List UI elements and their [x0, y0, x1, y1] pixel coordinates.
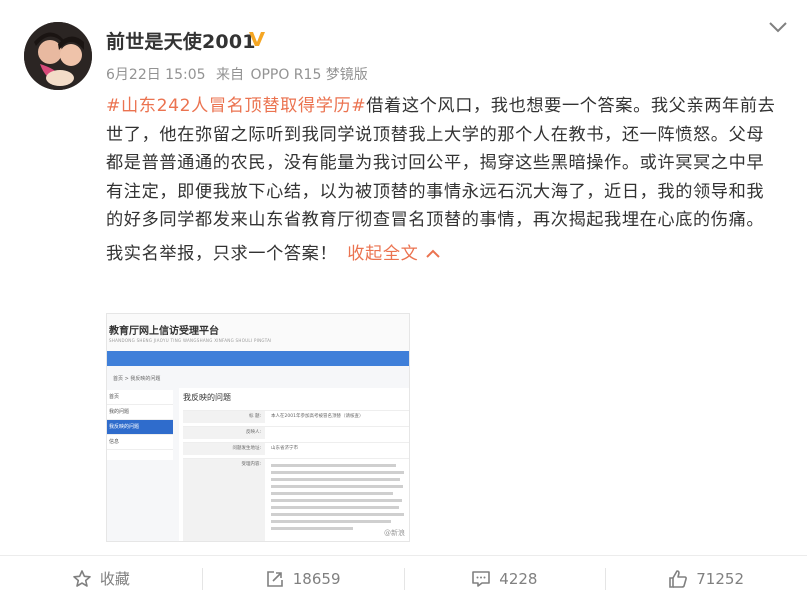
post-text: #山东242人冒名顶替取得学历#借着这个风口，我也想要一个答案。我父亲两年前去世…	[106, 92, 776, 269]
image-row-key: 受理内容:	[183, 459, 265, 541]
collapse-label: 收起全文	[347, 243, 419, 264]
favorite-label: 收藏	[99, 570, 130, 588]
image-breadcrumb: 首页 > 我反映的问题	[113, 376, 161, 382]
author-name[interactable]: 前世是天使2001	[106, 27, 256, 54]
image-watermark: @新浪	[384, 529, 405, 537]
image-nav-bar	[107, 351, 409, 366]
weibo-post-card: 前世是天使2001 6月22日 15:05 来自 OPPO R15 梦镜版 #山…	[0, 0, 807, 601]
post-source: OPPO R15 梦镜版	[250, 67, 368, 83]
image-row-key: 反映人:	[183, 427, 265, 439]
image-row-key: 问题发生地址:	[183, 443, 265, 455]
image-content-lines	[271, 464, 407, 534]
like-button[interactable]: 71252	[605, 556, 807, 601]
post-body: 借着这个风口，我也想要一个答案。我父亲两年前去世了，他在弥留之际听到我同学说顶替…	[106, 96, 776, 231]
image-header: 教育厅网上信访受理平台 SHANDONG SHENG JIAOYU TING W…	[107, 314, 409, 352]
favorite-button[interactable]: 收藏	[0, 556, 202, 601]
image-row-value: 山东省济宁市	[271, 446, 298, 451]
repost-button[interactable]: 18659	[201, 556, 404, 601]
repost-count: 18659	[292, 569, 341, 588]
thumbs-up-icon	[669, 569, 688, 588]
image-sidebar-item: 我的问题	[107, 405, 173, 420]
post-paragraph-2: 我实名举报，只求一个答案！ 收起全文	[106, 240, 776, 269]
hashtag-link[interactable]: #山东242人冒名顶替取得学历#	[106, 96, 366, 116]
comment-icon	[472, 570, 491, 587]
image-sidebar-item-active: 我反映的问题	[107, 420, 173, 435]
comment-button[interactable]: 4228	[403, 556, 606, 601]
image-row-value: 本人在2001年参加高考被冒名顶替（请核查）	[271, 414, 364, 419]
star-icon	[73, 569, 91, 587]
chevron-down-icon[interactable]	[767, 18, 789, 36]
source-prefix: 来自	[215, 67, 244, 83]
like-count: 71252	[696, 569, 744, 588]
image-header-title: 教育厅网上信访受理平台	[109, 326, 219, 337]
repost-icon	[266, 570, 283, 587]
image-row-key: 标 题:	[183, 411, 265, 423]
collapse-text-link[interactable]: 收起全文	[347, 243, 441, 264]
image-row: 问题发生地址: 山东省济宁市	[183, 442, 409, 455]
image-sidebar-item: 信息	[107, 435, 173, 450]
image-row: 标 题: 本人在2001年参加高考被冒名顶替（请核查）	[183, 410, 409, 423]
image-header-subtitle: SHANDONG SHENG JIAOYU TING WANGSHANG XIN…	[109, 338, 272, 343]
image-panel-title: 我反映的问题	[183, 393, 231, 402]
image-row: 反映人:	[183, 426, 409, 439]
image-sidebar-item: 首页	[107, 390, 173, 405]
image-panel: 我反映的问题 标 题: 本人在2001年参加高考被冒名顶替（请核查） 反映人: …	[179, 388, 409, 541]
post-meta: 6月22日 15:05 来自 OPPO R15 梦镜版	[106, 64, 368, 84]
post-image[interactable]: 教育厅网上信访受理平台 SHANDONG SHENG JIAOYU TING W…	[106, 313, 410, 542]
chevron-up-icon	[426, 249, 441, 258]
image-sidebar: 首页 我的问题 我反映的问题 信息	[107, 390, 173, 460]
action-bar: 收藏 18659 4228 71252	[0, 556, 807, 601]
verified-v-icon	[249, 32, 265, 46]
comment-count: 4228	[499, 569, 538, 588]
post-date[interactable]: 6月22日 15:05	[106, 67, 206, 83]
avatar[interactable]	[24, 22, 92, 90]
post-paragraph-1: #山东242人冒名顶替取得学历#借着这个风口，我也想要一个答案。我父亲两年前去世…	[106, 92, 776, 235]
post-closing: 我实名举报，只求一个答案！	[106, 243, 338, 264]
